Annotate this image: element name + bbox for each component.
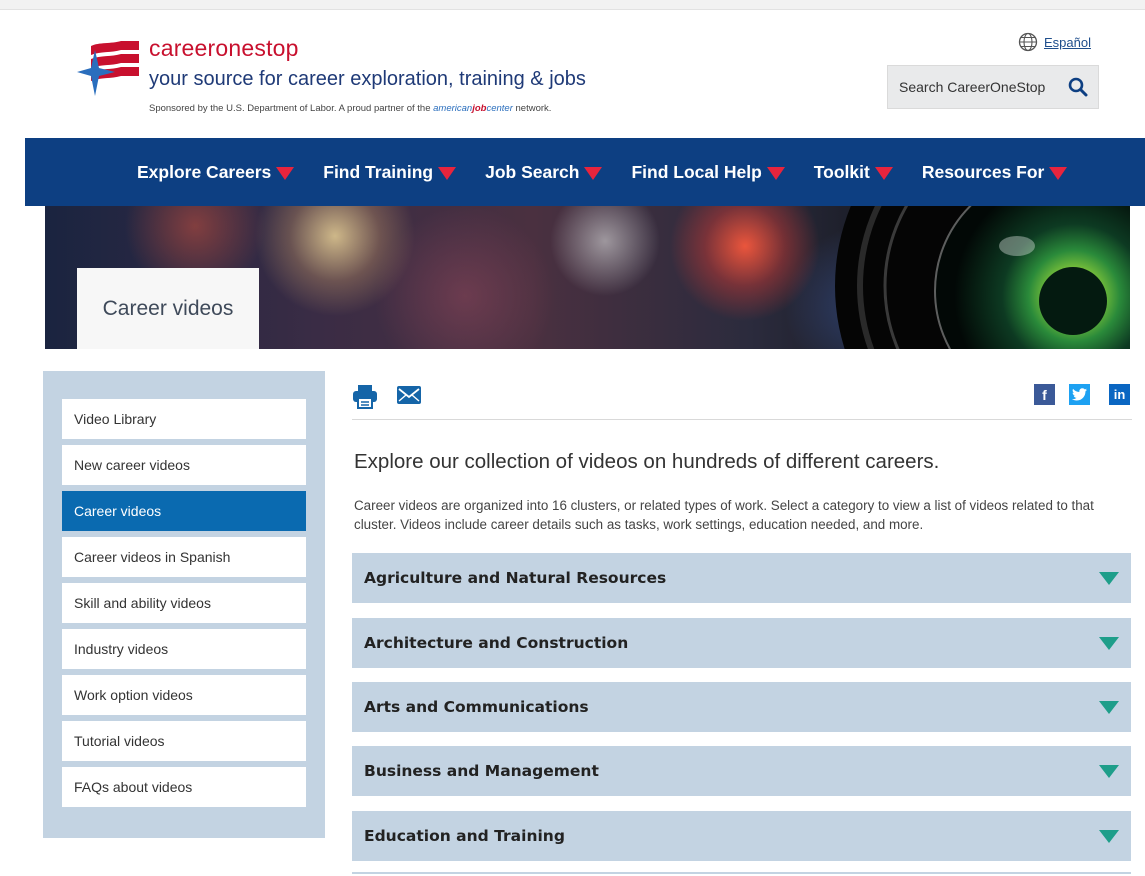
page-tools: f t in: [352, 378, 1132, 420]
nav-explore-careers[interactable]: Explore Careers: [137, 161, 295, 183]
cluster-label: Education and Training: [364, 827, 565, 845]
cluster-accordion-business[interactable]: Business and Management: [352, 746, 1131, 796]
expand-arrow-icon: [1099, 572, 1119, 585]
content-description: Career videos are organized into 16 clus…: [354, 498, 1094, 532]
nav-label: Explore Careers: [137, 161, 272, 182]
next-accordion-edge: [352, 872, 1131, 874]
caret-down-icon: [438, 167, 457, 180]
sidebar-item-tutorial-videos[interactable]: Tutorial videos: [62, 721, 306, 761]
site-header: careeronestop your source for career exp…: [25, 10, 1145, 138]
brand-name[interactable]: careeronestop: [149, 35, 299, 62]
expand-arrow-icon: [1099, 765, 1119, 778]
browser-top-strip: [0, 0, 1145, 10]
banner-title-tab: Career videos: [77, 268, 259, 349]
search-button[interactable]: [1060, 66, 1096, 108]
twitter-share-icon[interactable]: t: [1069, 384, 1090, 405]
nav-label: Resources For: [921, 161, 1045, 182]
sponsor-suffix: network.: [515, 103, 552, 114]
espanol-link[interactable]: Español: [1044, 35, 1091, 50]
sidebar-item-work-option-videos[interactable]: Work option videos: [62, 675, 306, 715]
sidebar-item-industry-videos[interactable]: Industry videos: [62, 629, 306, 669]
caret-down-icon: [1049, 167, 1068, 180]
expand-arrow-icon: [1099, 701, 1119, 714]
nav-job-search[interactable]: Job Search: [485, 161, 603, 183]
sidebar-item-career-videos-spanish[interactable]: Career videos in Spanish: [62, 537, 306, 577]
cluster-label: Architecture and Construction: [364, 634, 629, 652]
cluster-accordion-education[interactable]: Education and Training: [352, 811, 1131, 861]
camera-lens-image: [835, 206, 1130, 349]
email-icon[interactable]: [397, 386, 421, 404]
linkedin-share-icon[interactable]: in: [1109, 384, 1130, 405]
ajc-link-part1[interactable]: american: [433, 103, 472, 114]
nav-label: Find Training: [323, 161, 434, 182]
sidebar-item-faqs-videos[interactable]: FAQs about videos: [62, 767, 306, 807]
nav-find-training[interactable]: Find Training: [323, 161, 457, 183]
sidebar: Video Library New career videos Career v…: [43, 371, 325, 838]
content-heading: Explore our collection of videos on hund…: [354, 450, 940, 473]
page-title: Career videos: [102, 297, 234, 320]
cluster-label: Arts and Communications: [364, 698, 589, 716]
sponsor-text: Sponsored by the U.S. Department of Labo…: [149, 103, 551, 114]
caret-down-icon: [874, 167, 893, 180]
search-icon: [1068, 77, 1088, 97]
main-nav: Explore Careers Find Training Job Search…: [25, 138, 1145, 206]
caret-down-icon: [766, 167, 785, 180]
sidebar-item-video-library[interactable]: Video Library: [62, 399, 306, 439]
nav-resources-for[interactable]: Resources For: [922, 162, 1068, 183]
cluster-accordion-arts[interactable]: Arts and Communications: [352, 682, 1131, 732]
nav-label: Toolkit: [813, 161, 870, 182]
ajc-link-part3[interactable]: center: [486, 103, 512, 114]
cluster-label: Agriculture and Natural Resources: [364, 569, 667, 587]
cluster-label: Business and Management: [364, 762, 599, 780]
expand-arrow-icon: [1099, 637, 1119, 650]
ajc-link-part2[interactable]: job: [472, 103, 486, 114]
twitter-bird-icon: [1072, 388, 1087, 401]
brand-tagline: your source for career exploration, trai…: [149, 68, 586, 90]
facebook-share-icon[interactable]: f: [1034, 384, 1055, 405]
nav-label: Find Local Help: [631, 161, 762, 182]
cluster-accordion-architecture[interactable]: Architecture and Construction: [352, 618, 1131, 668]
nav-find-local-help[interactable]: Find Local Help: [631, 161, 785, 183]
nav-toolkit[interactable]: Toolkit: [814, 162, 893, 183]
sidebar-item-skill-ability-videos[interactable]: Skill and ability videos: [62, 583, 306, 623]
language-switcher[interactable]: Español: [1018, 32, 1091, 52]
sidebar-item-career-videos[interactable]: Career videos: [62, 491, 306, 531]
caret-down-icon: [584, 167, 603, 180]
careeronestop-logo-icon[interactable]: [77, 38, 147, 102]
print-icon[interactable]: [352, 383, 378, 409]
page-banner: Career videos: [45, 206, 1130, 349]
globe-icon: [1018, 32, 1038, 52]
nav-label: Job Search: [485, 161, 580, 182]
sponsor-prefix: Sponsored by the U.S. Department of Labo…: [149, 103, 431, 114]
caret-down-icon: [276, 167, 295, 180]
expand-arrow-icon: [1099, 830, 1119, 843]
search-input[interactable]: [888, 66, 1060, 108]
site-search: [887, 65, 1099, 109]
cluster-accordion-agriculture[interactable]: Agriculture and Natural Resources: [352, 553, 1131, 603]
sidebar-item-new-career-videos[interactable]: New career videos: [62, 445, 306, 485]
